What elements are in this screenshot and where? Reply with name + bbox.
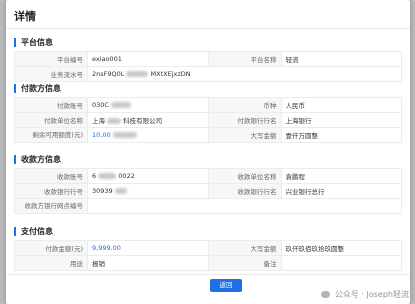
payer-bank-label: 付款银行行名 xyxy=(207,112,282,128)
remark-label: 备注 xyxy=(207,255,282,271)
payee-unit-label: 收款单位名称 xyxy=(207,168,282,184)
payment-amount-upper-value: 玖仟玖佰玖拾玖圆整 xyxy=(280,240,402,256)
payee-section-title: 收款方信息 xyxy=(14,155,402,164)
payee-table: 收款账号 6 0022 收款单位名称 袁鹏程 收款银行行号 30939 收款银行… xyxy=(14,168,402,214)
payment-section-title: 支付信息 xyxy=(14,227,402,236)
payer-section-title: 付款方信息 xyxy=(14,84,402,93)
payee-bank-no-label: 收款银行行号 xyxy=(14,183,88,199)
title-divider xyxy=(6,28,410,29)
platform-table: 平台编号 exiao001 平台名称 轻流 业务流水号 2nsF9Q0L MXt… xyxy=(14,51,402,82)
serial-no-label: 业务流水号 xyxy=(14,66,88,82)
currency-value: 人民币 xyxy=(280,97,402,113)
payee-section: 收款方信息 收款账号 6 0022 收款单位名称 袁鹏程 收款银行行号 3093… xyxy=(14,155,402,214)
usage-value: 报销 xyxy=(87,255,209,271)
payment-table: 付款金额(元) 9,999.00 大写金额 玖仟玖佰玖拾玖圆整 用途 报销 备注 xyxy=(14,240,402,271)
redacted-block xyxy=(112,132,137,138)
payment-section: 支付信息 付款金额(元) 9,999.00 大写金额 玖仟玖佰玖拾玖圆整 用途 … xyxy=(14,227,402,271)
platform-section-title: 平台信息 xyxy=(14,38,402,47)
payee-bank-no-value: 30939 xyxy=(87,183,209,199)
table-row: 剩余可用额度(元) 10,00 大写金额 壹仟万圆整 xyxy=(14,127,402,143)
table-row: 收款银行行号 30939 收款银行行名 兴业银行总行 xyxy=(14,183,402,199)
payee-unit-value: 袁鹏程 xyxy=(280,168,402,184)
payee-account-suffix: 0022 xyxy=(118,172,135,180)
table-row: 收款方银行网点编号 xyxy=(14,198,402,214)
serial-no-prefix: 2nsF9Q0L xyxy=(92,70,125,78)
balance-prefix: 10,00 xyxy=(92,131,111,139)
payee-branch-value xyxy=(87,198,402,214)
payer-unit-value: 上海 科技有限公司 xyxy=(87,112,209,128)
payment-amount-label: 付款金额(元) xyxy=(14,240,88,256)
redacted-block xyxy=(126,71,149,77)
table-row: 付款单位名称 上海 科技有限公司 付款银行行名 上海银行 xyxy=(14,112,402,128)
platform-name-value: 轻流 xyxy=(280,51,402,67)
balance-label: 剩余可用额度(元) xyxy=(14,127,88,143)
remark-value xyxy=(280,255,402,271)
platform-section: 平台信息 平台编号 exiao001 平台名称 轻流 业务流水号 2nsF9Q0… xyxy=(14,38,402,82)
payment-amount-upper-label: 大写金额 xyxy=(207,240,282,256)
payee-account-prefix: 6 xyxy=(92,172,97,180)
payer-bank-value: 上海银行 xyxy=(280,112,402,128)
platform-no-label: 平台编号 xyxy=(14,51,88,67)
detail-dialog: 详情 平台信息 平台编号 exiao001 平台名称 轻流 业务流水号 2nsF… xyxy=(6,0,410,304)
redacted-block xyxy=(107,118,122,124)
payer-amount-upper-label: 大写金额 xyxy=(207,127,282,143)
wechat-icon xyxy=(321,291,331,298)
usage-label: 用途 xyxy=(14,255,88,271)
payer-unit-prefix: 上海 xyxy=(92,117,105,125)
watermark: 公众号 · Joseph轻流 xyxy=(321,289,409,300)
payer-unit-suffix: 科技有限公司 xyxy=(123,117,163,125)
payer-section: 付款方信息 付款账号 030C 币种 人民币 付款单位名称 上海 科技有限公司 … xyxy=(14,84,402,143)
return-button[interactable]: 返回 xyxy=(210,279,242,292)
redacted-block xyxy=(111,102,132,108)
payer-account-label: 付款账号 xyxy=(14,97,88,113)
platform-no-value: exiao001 xyxy=(87,51,209,67)
payee-branch-label: 收款方银行网点编号 xyxy=(14,198,88,214)
redacted-block xyxy=(98,173,117,179)
payer-table: 付款账号 030C 币种 人民币 付款单位名称 上海 科技有限公司 付款银行行名… xyxy=(14,97,402,143)
payee-bank-name-label: 收款银行行名 xyxy=(207,183,282,199)
dialog-title: 详情 xyxy=(14,10,36,23)
payee-account-value: 6 0022 xyxy=(87,168,209,184)
table-row: 业务流水号 2nsF9Q0L MXtXEjxzDN xyxy=(14,66,402,82)
payer-amount-upper-value: 壹仟万圆整 xyxy=(280,127,402,143)
currency-label: 币种 xyxy=(207,97,282,113)
platform-name-label: 平台名称 xyxy=(207,51,282,67)
serial-no-suffix: MXtXEjxzDN xyxy=(150,70,191,78)
payer-account-value: 030C xyxy=(87,97,209,113)
payment-amount-value: 9,999.00 xyxy=(87,240,209,256)
balance-value: 10,00 xyxy=(87,127,209,143)
watermark-text: 公众号 · Joseph轻流 xyxy=(334,290,409,299)
serial-no-value: 2nsF9Q0L MXtXEjxzDN xyxy=(87,66,402,82)
payee-bank-no-prefix: 30939 xyxy=(92,187,113,195)
payee-bank-name-value: 兴业银行总行 xyxy=(280,183,402,199)
redacted-block xyxy=(114,188,127,194)
table-row: 平台编号 exiao001 平台名称 轻流 xyxy=(14,51,402,67)
payer-account-prefix: 030C xyxy=(92,101,109,109)
table-row: 收款账号 6 0022 收款单位名称 袁鹏程 xyxy=(14,168,402,184)
table-row: 用途 报销 备注 xyxy=(14,255,402,271)
table-row: 付款账号 030C 币种 人民币 xyxy=(14,97,402,113)
payee-account-label: 收款账号 xyxy=(14,168,88,184)
payer-unit-label: 付款单位名称 xyxy=(14,112,88,128)
table-row: 付款金额(元) 9,999.00 大写金额 玖仟玖佰玖拾玖圆整 xyxy=(14,240,402,256)
footer-divider xyxy=(6,274,410,275)
